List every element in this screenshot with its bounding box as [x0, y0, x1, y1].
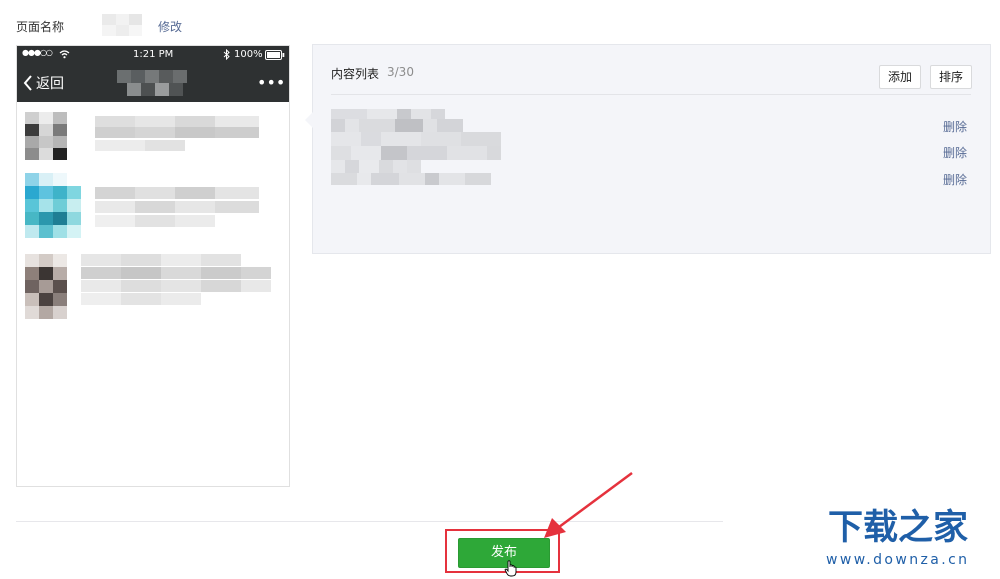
phone-nav-bar: 返回 •••	[17, 64, 289, 102]
back-label: 返回	[36, 76, 64, 92]
signal-indicator: ●●●○○	[22, 48, 53, 57]
chevron-left-icon	[23, 75, 32, 91]
sort-button[interactable]: 排序	[930, 65, 973, 89]
list-item	[25, 173, 275, 241]
delete-link[interactable]: 删除	[943, 118, 967, 135]
panel-divider	[331, 94, 971, 95]
page-name-value-blurred	[102, 14, 142, 36]
content-list-panel: 内容列表 3/30 添加 排序 删除 删除 删除	[305, 44, 991, 254]
list-item	[25, 112, 275, 162]
content-items-blurred	[331, 109, 531, 189]
status-time: 1:21 PM	[133, 49, 174, 60]
modify-link[interactable]: 修改	[158, 18, 182, 35]
add-button[interactable]: 添加	[879, 65, 922, 89]
delete-link[interactable]: 删除	[943, 144, 967, 161]
battery-percent: 100%	[234, 49, 263, 60]
phone-preview: ●●●○○ 1:21 PM 100% 返回 •••	[16, 45, 290, 487]
status-bar: ●●●○○ 1:21 PM 100%	[17, 46, 289, 64]
page-name-label: 页面名称	[16, 20, 65, 34]
list-item	[25, 254, 275, 322]
battery-icon	[265, 50, 285, 60]
watermark-logo-text: 下载之家	[828, 508, 968, 546]
delete-link[interactable]: 删除	[943, 171, 967, 188]
more-icon[interactable]: •••	[257, 73, 285, 92]
content-list-title: 内容列表	[331, 67, 380, 81]
panel-pointer-arrow	[305, 111, 314, 129]
watermark-url: www.downza.cn	[826, 552, 970, 568]
watermark-logo: 下载之家	[828, 508, 968, 546]
bluetooth-icon	[223, 49, 230, 60]
wifi-icon	[59, 50, 70, 59]
content-list-count: 3/30	[387, 65, 414, 79]
hand-cursor-icon	[504, 560, 517, 577]
nav-title-blurred	[117, 70, 197, 96]
back-button[interactable]: 返回	[23, 72, 64, 94]
